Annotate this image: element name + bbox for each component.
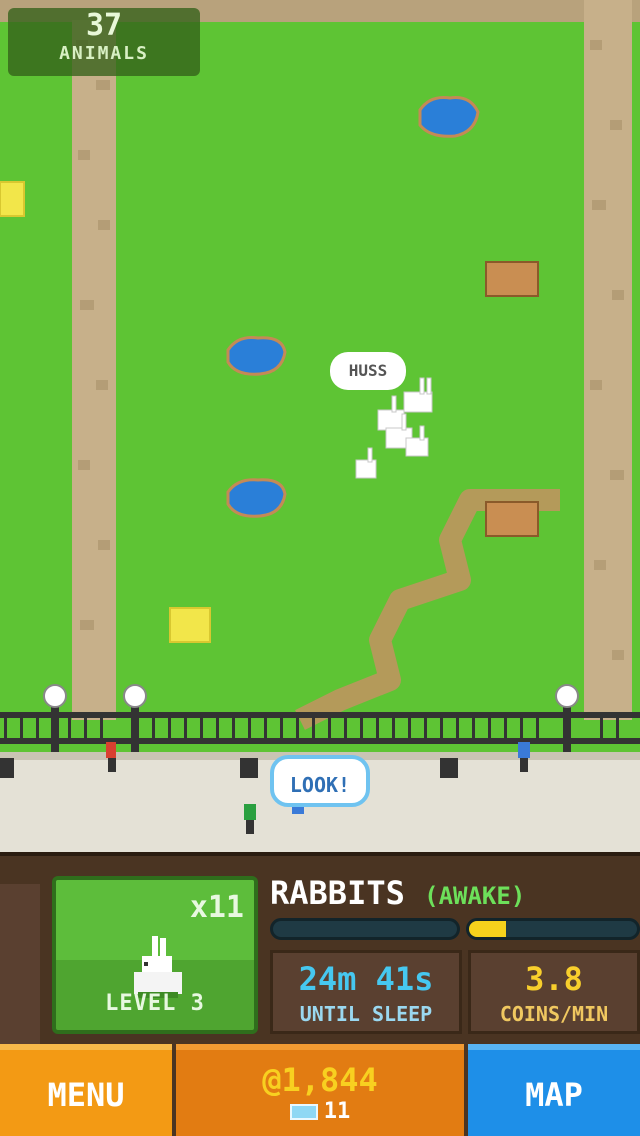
species-name: RABBITS — [270, 874, 405, 912]
animal-count-value: 37 — [85, 8, 123, 43]
map-button[interactable]: MAP — [468, 1044, 640, 1136]
coin-rate-value: 3.8 — [525, 960, 583, 998]
animal-card[interactable]: x11 LEVEL 3 — [52, 876, 258, 1034]
enclosure-art — [0, 0, 640, 852]
coin-progress-fill — [469, 921, 506, 937]
sleep-timer-stat: 24m 41s UNTIL SLEEP — [270, 950, 462, 1034]
zoo-enclosure-scene[interactable]: 37 ANIMALS HUSS LOOK! — [0, 0, 640, 852]
coin-progress-bar — [466, 918, 640, 940]
gem-balance-value: 11 — [323, 1099, 351, 1124]
coin-rate-label: COINS/MIN — [499, 1002, 609, 1026]
animal-count-label: ANIMALS — [59, 43, 149, 64]
coin-balance: @1,844 — [176, 1062, 464, 1098]
species-title: RABBITS (AWAKE) — [270, 874, 525, 912]
sleep-timer-label: UNTIL SLEEP — [299, 1002, 433, 1026]
coin-icon: @ — [262, 1061, 282, 1099]
coin-balance-value: 1,844 — [281, 1061, 378, 1099]
animal-counter: 37 ANIMALS — [8, 8, 200, 76]
animal-level: LEVEL 3 — [105, 991, 205, 1016]
sleep-progress-bar — [270, 918, 460, 940]
gem-balance: 11 — [176, 1098, 464, 1126]
animal-speech-bubble: HUSS — [330, 352, 406, 390]
animal-multiplier: x11 — [189, 890, 244, 925]
currency-panel[interactable]: @1,844 11 — [176, 1044, 464, 1136]
previous-animal-tab[interactable] — [0, 884, 40, 1064]
coin-rate-stat: 3.8 COINS/MIN — [468, 950, 640, 1034]
species-state: (AWAKE) — [424, 882, 526, 910]
animal-info-panel: x11 LEVEL 3 RABBITS (AWAKE) 24m 41s UNTI… — [0, 852, 640, 1136]
menu-button[interactable]: MENU — [0, 1044, 172, 1136]
visitor-speech-bubble: LOOK! — [270, 755, 370, 807]
sleep-timer-value: 24m 41s — [298, 960, 434, 998]
gem-icon — [289, 1104, 318, 1120]
